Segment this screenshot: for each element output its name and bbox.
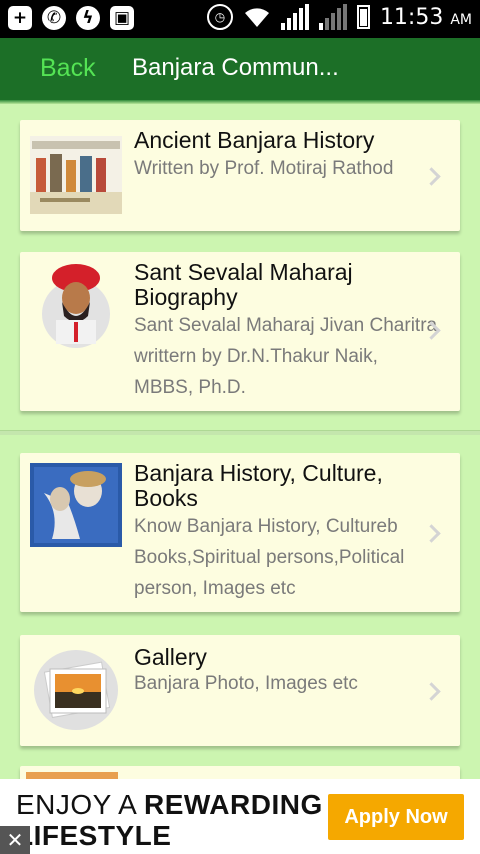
add-notification-icon: + bbox=[8, 6, 32, 30]
card-title: Ancient Banjara History bbox=[134, 127, 375, 153]
app-header: Back Banjara Commun... bbox=[0, 38, 480, 104]
sevalal-maharaj-portrait bbox=[42, 264, 110, 348]
whatsapp-icon: ✆ bbox=[42, 6, 66, 30]
status-bar: + ✆ ϟ ▣ ◷ 11:53 AM bbox=[0, 0, 480, 38]
card-title: Gallery bbox=[134, 644, 207, 670]
close-icon[interactable]: ✕ bbox=[0, 826, 30, 854]
list-item-ancient-banjara-history[interactable]: Ancient Banjara History Written by Prof.… bbox=[20, 120, 460, 231]
section-divider bbox=[0, 430, 480, 435]
messenger-icon: ϟ bbox=[76, 6, 100, 30]
list-item-gallery[interactable]: Gallery Banjara Photo, Images etc bbox=[20, 635, 460, 746]
card-description: Banjara Photo, Images etc bbox=[134, 673, 358, 694]
ad-headline: ENJOY A REWARDING LIFESTYLE bbox=[16, 789, 323, 851]
list-item-banjara-history-culture[interactable]: Banjara History, Culture, Books Know Ban… bbox=[20, 453, 460, 612]
page-title: Banjara Commun... bbox=[132, 54, 339, 81]
clock: 11:53 AM bbox=[379, 4, 472, 30]
gallery-icon: ▣ bbox=[110, 6, 134, 30]
signal-1-icon bbox=[280, 4, 309, 30]
alarm-icon: ◷ bbox=[206, 4, 233, 30]
back-button[interactable]: Back bbox=[40, 54, 96, 83]
signal-2-icon bbox=[318, 4, 347, 30]
ancient-history-thumbnail bbox=[30, 136, 122, 214]
apply-now-button[interactable]: Apply Now bbox=[328, 794, 464, 840]
card-title: Banjara History, Culture, Books bbox=[134, 460, 383, 511]
wifi-icon bbox=[244, 8, 269, 27]
card-description: Written by Prof. Motiraj Rathod bbox=[134, 158, 394, 179]
battery-icon bbox=[356, 5, 370, 29]
list-item-sevalal-biography[interactable]: Sant Sevalal Maharaj Biography Sant Seva… bbox=[20, 252, 460, 411]
banjara-culture-thumbnail bbox=[30, 463, 122, 547]
gallery-photos-icon bbox=[34, 650, 118, 730]
ad-banner[interactable]: ENJOY A REWARDING LIFESTYLE Apply Now ✕ bbox=[0, 779, 480, 854]
card-description: Sant Sevalal Maharaj Jivan Charitra writ… bbox=[134, 315, 438, 398]
card-title: Sant Sevalal Maharaj Biography bbox=[134, 259, 353, 310]
card-description: Know Banjara History, Cultureb Books,Spi… bbox=[134, 516, 405, 599]
